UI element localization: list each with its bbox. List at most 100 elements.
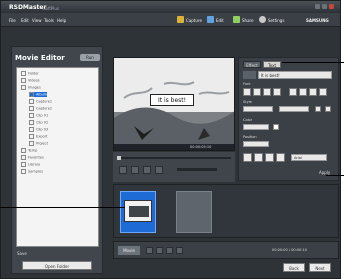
timeline-tool-4[interactable] (176, 247, 183, 254)
menu-tools[interactable]: Tools (44, 18, 54, 23)
tree-item[interactable]: Capture1 (29, 99, 52, 104)
menu-file[interactable]: File (9, 18, 16, 23)
next-button[interactable]: Next (309, 263, 331, 272)
section-position-label: Position (243, 135, 257, 139)
timeline-tool-1[interactable] (146, 247, 153, 254)
capture-icon[interactable] (177, 16, 184, 23)
section-color-label: Color (243, 118, 253, 122)
align-left-button[interactable] (273, 88, 281, 96)
menu-help[interactable]: Help (57, 18, 66, 23)
tree-item[interactable]: Project (29, 141, 48, 146)
tree-item-label: Images (28, 85, 41, 90)
toolbar-settings[interactable]: Settings (268, 18, 284, 23)
tree-item[interactable]: Library (21, 162, 40, 167)
align-center-button[interactable] (289, 88, 297, 96)
video-preview[interactable]: It is best! 00:00:05:10 (113, 57, 235, 151)
callout-line-clip (0, 207, 125, 208)
bold-button[interactable] (243, 88, 251, 96)
size-select[interactable] (279, 106, 309, 112)
tree-item[interactable]: Capture2 (29, 106, 52, 111)
menu-bar: File Edit View Tools Help Capture Edit S… (1, 13, 340, 27)
gear-icon[interactable] (259, 16, 266, 23)
folder-tree[interactable]: Folder Videos Images Album Capture1 Capture2 C… (16, 67, 99, 247)
tab-text[interactable]: Text (263, 61, 281, 68)
tree-item-label: Capture1 (36, 99, 53, 104)
position-field[interactable] (243, 141, 269, 147)
underline-button[interactable] (263, 88, 271, 96)
menu-view[interactable]: View (32, 18, 42, 23)
section-style-label: Style (243, 100, 252, 104)
tab-movie[interactable]: Movie (118, 246, 140, 255)
play-button[interactable] (119, 166, 127, 174)
open-folder-button[interactable]: Open Folder (22, 261, 92, 270)
rewind-button[interactable] (143, 166, 151, 174)
color-field[interactable] (243, 124, 269, 130)
tree-item-label: Samples (28, 169, 43, 174)
align-right-button[interactable] (299, 88, 307, 96)
tree-item[interactable]: Export (29, 134, 47, 139)
tree-item[interactable]: Clip 02 (29, 120, 48, 125)
tree-item[interactable]: Images (21, 85, 41, 90)
folder-icon (29, 120, 34, 125)
tree-item[interactable]: Album (29, 92, 48, 97)
timeline-tool-3[interactable] (166, 247, 173, 254)
tree-item[interactable]: Folder (21, 71, 39, 76)
selected-clip[interactable] (120, 191, 156, 233)
title-bar: RSDMaster SoftPlus (1, 1, 340, 13)
minimize-icon[interactable] (315, 4, 320, 9)
callout-line-tab (282, 62, 344, 63)
size-up-button[interactable] (309, 88, 317, 96)
folder-icon (21, 78, 26, 83)
folder-icon (21, 155, 26, 160)
empty-clip-slot[interactable] (176, 191, 212, 233)
tree-item[interactable]: Clip 01 (29, 113, 48, 118)
folder-icon (29, 127, 34, 132)
seek-bar[interactable] (117, 157, 231, 159)
sidebar-badge[interactable]: Run (80, 54, 100, 61)
size-down-button[interactable] (319, 88, 327, 96)
folder-icon (29, 141, 34, 146)
volume-slider[interactable] (177, 168, 217, 171)
tree-item[interactable]: Temp (21, 148, 37, 153)
menu-edit[interactable]: Edit (21, 18, 29, 23)
caption-text: It is best! (157, 97, 187, 104)
caption-box[interactable]: It is best! (150, 94, 194, 106)
text-effect-3-icon[interactable] (265, 153, 274, 162)
tree-item-label: Album (36, 92, 48, 97)
italic-button[interactable] (253, 88, 261, 96)
folder-icon (29, 113, 34, 118)
tree-item[interactable]: Videos (21, 78, 40, 83)
forward-button[interactable] (155, 166, 163, 174)
toolbar-edit[interactable]: Edit (216, 18, 224, 23)
section-font-label: Font (243, 82, 251, 86)
tree-item[interactable]: Favorites (21, 155, 44, 160)
style-select[interactable] (243, 106, 273, 112)
maximize-icon[interactable] (322, 4, 327, 9)
tab-effect[interactable]: Effect (243, 61, 261, 68)
text-effect-1-icon[interactable] (243, 153, 252, 162)
toolbar-capture[interactable]: Capture (186, 18, 202, 23)
stop-button[interactable] (131, 166, 139, 174)
back-button[interactable]: Back (283, 263, 305, 272)
font-select[interactable]: Arial (291, 154, 327, 161)
caption-input[interactable]: It is best! (258, 71, 332, 79)
style-option-b[interactable] (325, 106, 331, 112)
properties-panel: Effect Text It is best! Font Style Color… (238, 57, 339, 181)
color-swatch[interactable] (273, 124, 279, 130)
share-icon[interactable] (233, 16, 240, 23)
toolbar-share[interactable]: Share (242, 18, 254, 23)
folder-icon (21, 169, 26, 174)
close-icon[interactable] (329, 4, 334, 9)
timeline-tool-2[interactable] (156, 247, 163, 254)
edit-icon[interactable] (207, 16, 214, 23)
style-option-a[interactable] (315, 106, 321, 112)
sidebar-bottom-label: Save (17, 251, 27, 256)
tree-item[interactable]: Samples (21, 169, 43, 174)
text-effect-2-icon[interactable] (254, 153, 263, 162)
tree-item-label: Project (36, 141, 48, 146)
app-subtitle: SoftPlus (43, 6, 60, 11)
tree-item-label: Export (36, 134, 48, 139)
seek-handle[interactable] (117, 156, 121, 160)
tree-item[interactable]: Clip 03 (29, 127, 48, 132)
text-effect-4-icon[interactable] (276, 153, 285, 162)
